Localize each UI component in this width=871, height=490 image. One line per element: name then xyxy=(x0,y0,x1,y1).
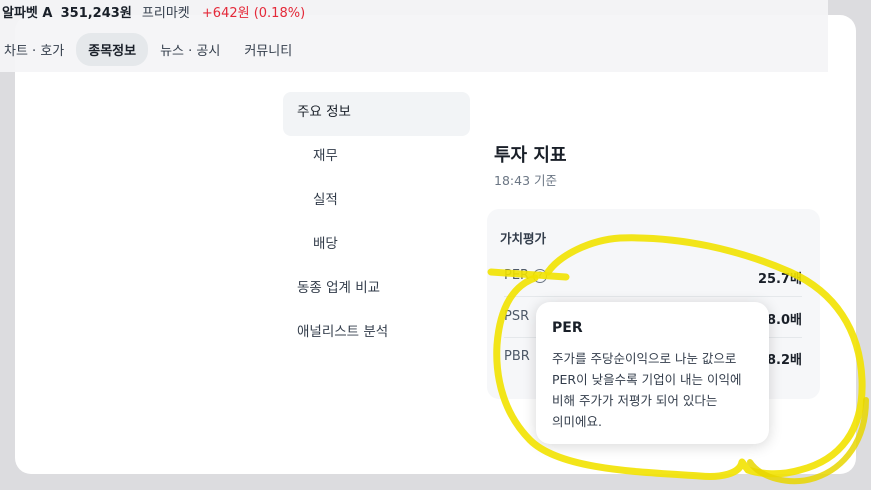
per-tooltip: PER 주가를 주당순이익으로 나눈 값으로 PER이 낮을수록 기업이 내는 … xyxy=(536,302,769,444)
tab-bar: 차트 · 호가 종목정보 뉴스 · 공시 커뮤니티 xyxy=(0,33,304,66)
stock-header: 알파벳 A 351,243원 프리마켓 +642원 (0.18%) 차트 · 호… xyxy=(0,0,828,72)
ticker-line: 알파벳 A 351,243원 프리마켓 +642원 (0.18%) xyxy=(2,2,305,21)
sidebar-item-key-info[interactable]: 주요 정보 xyxy=(283,92,470,136)
sidebar-menu: 주요 정보 재무 실적 배당 동종 업계 비교 애널리스트 분석 xyxy=(283,92,470,356)
market-session: 프리마켓 xyxy=(141,6,190,21)
tooltip-line: 주가를 주당순이익으로 나눈 값으로 xyxy=(552,351,737,366)
stock-name: 알파벳 A xyxy=(2,6,53,21)
sidebar-item-earnings[interactable]: 실적 xyxy=(283,180,470,224)
section-timestamp: 18:43 기준 xyxy=(494,173,557,188)
tooltip-line: 비해 주가가 저평가 되어 있다는 xyxy=(552,393,718,408)
pbr-value: 8.2배 xyxy=(767,353,802,368)
tab-news-disclosure[interactable]: 뉴스 · 공시 xyxy=(148,33,232,66)
psr-value: 8.0배 xyxy=(767,313,802,328)
per-label: PER xyxy=(504,268,530,283)
sidebar-item-analyst[interactable]: 애널리스트 분석 xyxy=(283,312,470,356)
tooltip-line: 의미에요. xyxy=(552,414,602,429)
per-label-group: PER? xyxy=(504,268,548,283)
pbr-label: PBR xyxy=(504,349,530,364)
question-circle-icon[interactable]: ? xyxy=(533,269,548,283)
tab-stock-info[interactable]: 종목정보 xyxy=(76,33,149,66)
tooltip-line: PER이 낮을수록 기업이 내는 이익에 xyxy=(552,372,742,387)
sidebar-item-dividends[interactable]: 배당 xyxy=(283,224,470,268)
valuation-row-per: PER? 25.7배 xyxy=(504,256,802,297)
valuation-title: 가치평가 xyxy=(500,231,547,246)
psr-label: PSR xyxy=(504,309,530,324)
per-value: 25.7배 xyxy=(757,272,802,287)
tab-community[interactable]: 커뮤니티 xyxy=(232,33,304,66)
tooltip-body: 주가를 주당순이익으로 나눈 값으로 PER이 낮을수록 기업이 내는 이익에 … xyxy=(552,348,757,432)
stock-price: 351,243원 xyxy=(60,6,132,21)
tab-chart-orderbook[interactable]: 차트 · 호가 xyxy=(0,33,76,66)
tooltip-title: PER xyxy=(552,320,583,336)
sidebar-item-financials[interactable]: 재무 xyxy=(283,136,470,180)
section-title: 투자 지표 xyxy=(494,145,567,166)
sidebar-item-peer-comparison[interactable]: 동종 업계 비교 xyxy=(283,268,470,312)
price-change: +642원 (0.18%) xyxy=(201,6,306,21)
